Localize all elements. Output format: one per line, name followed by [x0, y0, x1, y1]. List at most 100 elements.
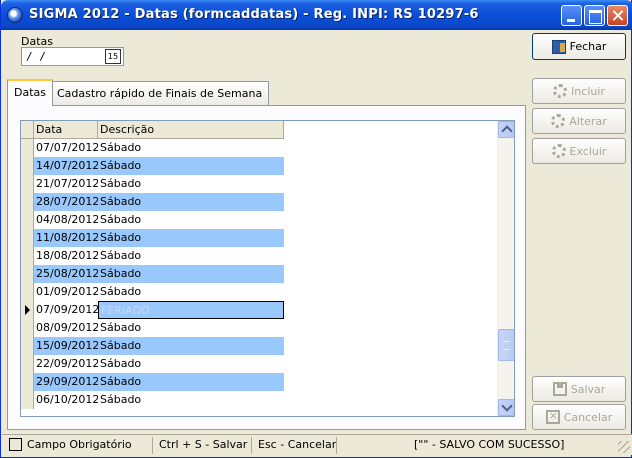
- cancelar-button[interactable]: Cancelar: [532, 404, 626, 430]
- cell-description[interactable]: Sábado: [98, 319, 284, 337]
- cell-description[interactable]: Sábado: [98, 139, 284, 157]
- status-cancel-hint: Esc - Cancelar: [258, 438, 337, 451]
- table-row[interactable]: 29/09/2012 Sábado: [21, 373, 284, 391]
- minimize-button[interactable]: [561, 5, 582, 26]
- cell-date[interactable]: 11/08/2012: [34, 229, 98, 247]
- cell-date[interactable]: 28/07/2012: [34, 193, 98, 211]
- table-row[interactable]: 07/07/2012 Sábado: [21, 139, 284, 157]
- cell-date[interactable]: 04/08/2012: [34, 211, 98, 229]
- incluir-label: Incluir: [571, 84, 605, 98]
- vertical-scrollbar[interactable]: [497, 121, 514, 416]
- save-icon: [552, 382, 567, 396]
- alterar-button[interactable]: Alterar: [532, 108, 626, 134]
- table-row[interactable]: 06/10/2012 Sábado: [21, 391, 284, 409]
- row-indicator: [21, 193, 34, 211]
- table-row[interactable]: 11/08/2012 Sábado: [21, 229, 284, 247]
- table-row[interactable]: 25/08/2012 Sábado: [21, 265, 284, 283]
- cell-description[interactable]: Sábado: [98, 193, 284, 211]
- cancelar-label: Cancelar: [563, 410, 613, 424]
- maximize-button[interactable]: [584, 5, 605, 26]
- cell-date[interactable]: 15/09/2012: [34, 337, 98, 355]
- dates-grid[interactable]: Data Descrição 07/07/2012 Sábado 14/07/20…: [20, 120, 515, 417]
- row-indicator: [21, 337, 34, 355]
- table-row[interactable]: 08/09/2012 Sábado: [21, 319, 284, 337]
- scroll-thumb[interactable]: [498, 329, 514, 361]
- table-row[interactable]: 18/08/2012 Sábado: [21, 247, 284, 265]
- table-row[interactable]: 14/07/2012 Sábado: [21, 157, 284, 175]
- cell-date[interactable]: 18/08/2012: [34, 247, 98, 265]
- status-message: ["" - SALVO COM SUCESSO]: [414, 438, 565, 451]
- cell-description-editing[interactable]: FERIADO: [98, 301, 284, 319]
- cell-date[interactable]: 29/09/2012: [34, 373, 98, 391]
- fechar-button[interactable]: Fechar: [532, 33, 626, 60]
- excluir-label: Excluir: [569, 144, 607, 158]
- row-indicator: [21, 283, 34, 301]
- row-indicator: [21, 265, 34, 283]
- window-title: SIGMA 2012 - Datas (formcaddatas) - Reg.…: [29, 7, 479, 22]
- table-row[interactable]: 28/07/2012 Sábado: [21, 193, 284, 211]
- cell-description[interactable]: Sábado: [98, 337, 284, 355]
- cell-date[interactable]: 01/09/2012: [34, 283, 98, 301]
- cell-date[interactable]: 06/10/2012: [34, 391, 98, 409]
- row-indicator: [21, 175, 34, 193]
- status-separator: [336, 437, 337, 454]
- cell-description[interactable]: Sábado: [98, 175, 284, 193]
- exit-door-icon: [551, 39, 566, 54]
- gear-icon: [553, 84, 568, 98]
- row-indicator: [21, 355, 34, 373]
- cell-description[interactable]: Sábado: [98, 391, 284, 409]
- fechar-label: Fechar: [569, 40, 607, 53]
- selected-table-row[interactable]: 07/09/2012 FERIADO: [21, 301, 284, 319]
- alterar-label: Alterar: [569, 114, 607, 128]
- cell-date[interactable]: 21/07/2012: [34, 175, 98, 193]
- table-row[interactable]: 01/09/2012 Sábado: [21, 283, 284, 301]
- status-separator: [251, 437, 252, 454]
- cell-date[interactable]: 22/09/2012: [34, 355, 98, 373]
- cell-description[interactable]: Sábado: [98, 247, 284, 265]
- app-window: SIGMA 2012 - Datas (formcaddatas) - Reg.…: [0, 0, 632, 458]
- scroll-down-button[interactable]: [498, 399, 514, 416]
- status-save-hint: Ctrl + S - Salvar: [159, 438, 248, 451]
- cell-description[interactable]: Sábado: [98, 211, 284, 229]
- cell-date[interactable]: 08/09/2012: [34, 319, 98, 337]
- cell-date[interactable]: 25/08/2012: [34, 265, 98, 283]
- gear-icon: [551, 144, 566, 158]
- cell-date[interactable]: 07/09/2012: [34, 301, 98, 319]
- cell-description[interactable]: Sábado: [98, 229, 284, 247]
- column-header-descricao[interactable]: Descrição: [98, 121, 284, 139]
- table-row[interactable]: 15/09/2012 Sábado: [21, 337, 284, 355]
- table-row[interactable]: 04/08/2012 Sábado: [21, 211, 284, 229]
- table-row[interactable]: 22/09/2012 Sábado: [21, 355, 284, 373]
- row-indicator: [21, 373, 34, 391]
- tab-cadastro-rapido[interactable]: Cadastro rápido de Finais de Semana: [50, 81, 270, 105]
- resize-grip[interactable]: [618, 441, 630, 453]
- cell-description[interactable]: Sábado: [98, 157, 284, 175]
- app-icon: [7, 7, 23, 23]
- status-bar: Campo Obrigatório Ctrl + S - Salvar Esc …: [2, 434, 632, 455]
- column-header-data[interactable]: Data: [34, 121, 98, 139]
- cell-date[interactable]: 07/07/2012: [34, 139, 98, 157]
- row-indicator: [21, 391, 34, 409]
- row-indicator: [21, 247, 34, 265]
- tab-datas[interactable]: Datas: [7, 79, 53, 106]
- gear-icon: [551, 114, 566, 128]
- cell-description[interactable]: Sábado: [98, 355, 284, 373]
- status-required-field: Campo Obrigatório: [27, 438, 132, 451]
- table-row[interactable]: 21/07/2012 Sábado: [21, 175, 284, 193]
- title-bar[interactable]: SIGMA 2012 - Datas (formcaddatas) - Reg.…: [1, 0, 632, 30]
- salvar-button[interactable]: Salvar: [532, 376, 626, 402]
- cell-description[interactable]: Sábado: [98, 373, 284, 391]
- cell-description[interactable]: Sábado: [98, 283, 284, 301]
- incluir-button[interactable]: Incluir: [532, 78, 626, 104]
- required-field-swatch: [9, 438, 22, 451]
- excluir-button[interactable]: Excluir: [532, 138, 626, 164]
- close-button[interactable]: [607, 5, 628, 26]
- grid-rows: 07/07/2012 Sábado 14/07/2012 Sábado 21/07/…: [21, 139, 284, 409]
- scroll-up-button[interactable]: [498, 121, 514, 138]
- row-indicator: [21, 139, 34, 157]
- cell-date[interactable]: 14/07/2012: [34, 157, 98, 175]
- calendar-icon[interactable]: 15: [105, 49, 121, 64]
- row-indicator: [21, 211, 34, 229]
- row-indicator: [21, 229, 34, 247]
- cell-description[interactable]: Sábado: [98, 265, 284, 283]
